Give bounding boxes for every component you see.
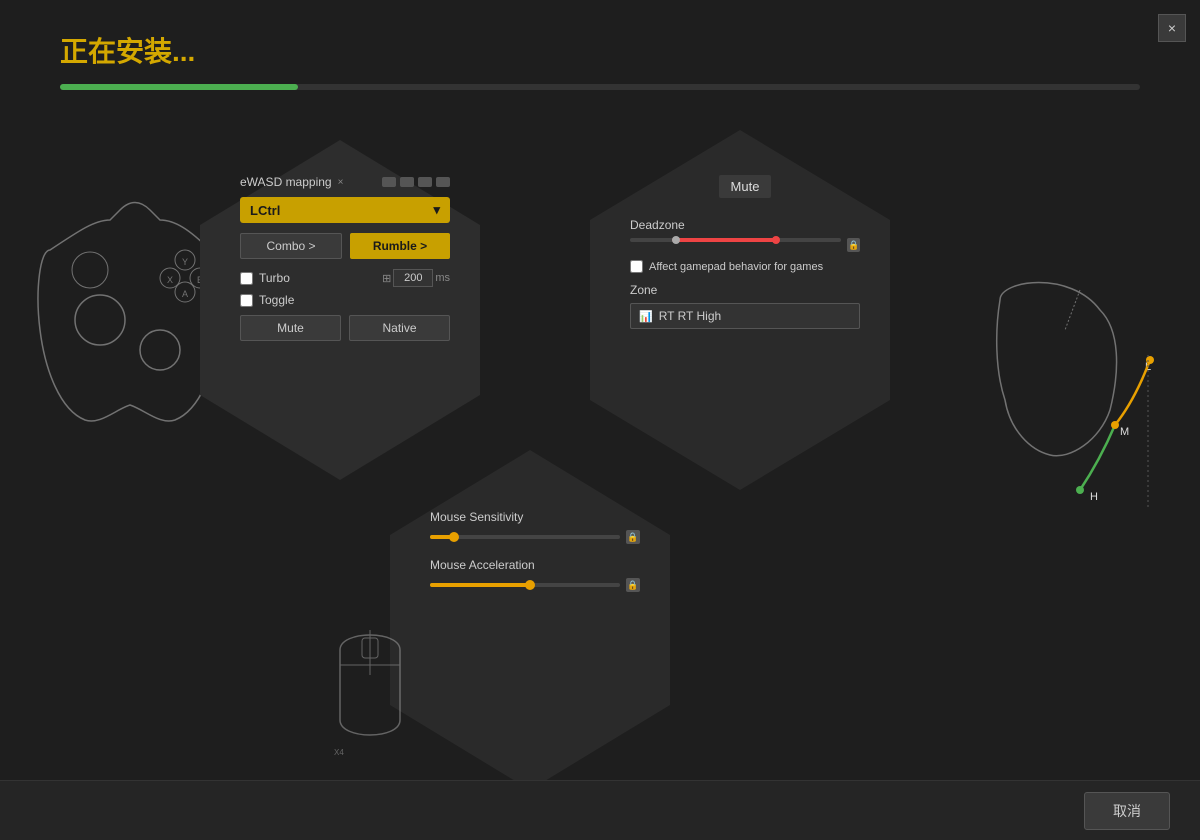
turbo-value-input[interactable]	[393, 269, 433, 287]
close-button[interactable]: ×	[1158, 14, 1186, 42]
zone-value: RT RT High	[659, 309, 721, 323]
acceleration-lock-icon[interactable]: 🔒	[626, 578, 640, 592]
action-buttons-row: Combo > Rumble >	[240, 233, 450, 259]
key-selected-value: LCtrl	[250, 203, 280, 218]
svg-text:A: A	[182, 289, 188, 299]
turbo-label: Turbo	[259, 271, 290, 285]
acceleration-label: Mouse Acceleration	[430, 558, 640, 572]
svg-text:Y: Y	[182, 257, 188, 267]
sensitivity-slider-row: 🔒	[430, 530, 640, 544]
sensitivity-lock-icon[interactable]: 🔒	[626, 530, 640, 544]
affect-row: Affect gamepad behavior for games	[630, 260, 860, 273]
deadzone-left-thumb[interactable]	[672, 236, 680, 244]
wasd-icon-1	[382, 177, 396, 187]
wasd-content: eWASD mapping × LCtrl ▾ Combo > Rumble >…	[240, 175, 450, 341]
wasd-close-icon[interactable]: ×	[338, 177, 344, 188]
deadzone-content: Mute Deadzone 🔒 Affect gamepad behavior …	[630, 175, 860, 329]
lock-icon[interactable]: 🔒	[847, 238, 860, 252]
cancel-button[interactable]: 取消	[1084, 792, 1170, 830]
native-button[interactable]: Native	[349, 315, 450, 341]
zone-bar-icon: 📊	[639, 310, 653, 323]
svg-text:H: H	[1090, 491, 1098, 503]
mouse-outline: X4	[320, 610, 420, 760]
progress-bar-container	[60, 84, 1140, 90]
toggle-checkbox[interactable]	[240, 294, 253, 307]
toggle-row: Toggle	[240, 293, 450, 307]
install-title: 正在安装...	[60, 30, 1140, 70]
turbo-row: Turbo ⊞ ms	[240, 269, 450, 287]
sensitivity-slider[interactable]	[430, 535, 620, 539]
progress-bar-fill	[60, 84, 298, 90]
acceleration-thumb[interactable]	[525, 580, 535, 590]
acceleration-slider[interactable]	[430, 583, 620, 587]
deadzone-slider[interactable]	[630, 238, 841, 242]
dropdown-arrow-icon: ▾	[433, 202, 440, 218]
ms-unit-label: ms	[435, 272, 450, 284]
turbo-checkbox[interactable]	[240, 272, 253, 285]
svg-text:X: X	[167, 275, 173, 285]
wasd-icon-2	[400, 177, 414, 187]
wasd-icon-4	[436, 177, 450, 187]
wasd-icons	[382, 177, 450, 187]
deadzone-slider-row: 🔒	[630, 238, 860, 252]
mouse-hex-panel	[390, 450, 670, 790]
wasd-panel-title: eWASD mapping	[240, 175, 332, 189]
svg-text:X4: X4	[334, 748, 344, 757]
zone-dropdown[interactable]: 📊 RT RT High	[630, 303, 860, 329]
wasd-icon-3	[418, 177, 432, 187]
svg-text:M: M	[1120, 426, 1129, 438]
sensitivity-thumb[interactable]	[449, 532, 459, 542]
mouse-content: Mouse Sensitivity 🔒 Mouse Acceleration 🔒	[430, 510, 640, 600]
affect-label: Affect gamepad behavior for games	[649, 261, 823, 273]
bottom-bar: 取消	[0, 780, 1200, 840]
toggle-label: Toggle	[259, 293, 294, 307]
turbo-icon: ⊞	[382, 272, 391, 285]
turbo-input: ⊞ ms	[382, 269, 450, 287]
combo-button[interactable]: Combo >	[240, 233, 342, 259]
wasd-header: eWASD mapping ×	[240, 175, 450, 189]
mute-native-row: Mute Native	[240, 315, 450, 341]
acceleration-fill	[430, 583, 529, 587]
affect-checkbox[interactable]	[630, 260, 643, 273]
zone-label: Zone	[630, 283, 860, 297]
key-dropdown[interactable]: LCtrl ▾	[240, 197, 450, 223]
acceleration-slider-row: 🔒	[430, 578, 640, 592]
sensitivity-label: Mouse Sensitivity	[430, 510, 640, 524]
deadzone-right-thumb[interactable]	[772, 236, 780, 244]
deadzone-title: Mute	[719, 175, 772, 198]
rumble-button[interactable]: Rumble >	[350, 233, 450, 259]
mute-button[interactable]: Mute	[240, 315, 341, 341]
header: 正在安装...	[0, 0, 1200, 110]
deadzone-label: Deadzone	[630, 218, 860, 232]
deadzone-fill	[672, 238, 778, 242]
trigger-curve: L M H	[1050, 280, 1170, 540]
